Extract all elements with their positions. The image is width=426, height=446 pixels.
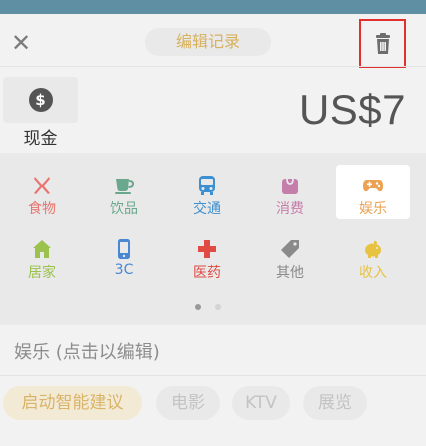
category-income[interactable]: 收入 [336, 229, 410, 283]
header-divider [0, 66, 426, 67]
note-divider [0, 375, 426, 376]
category-label: 医药 [193, 265, 221, 281]
category-label: 3C [114, 262, 134, 278]
header-bar: ✕ 编辑记录 [0, 19, 426, 68]
category-home[interactable]: 居家 [5, 229, 79, 283]
category-label: 居家 [28, 265, 56, 281]
note-field[interactable]: 娱乐 (点击以编辑) [14, 338, 160, 364]
page-dot[interactable] [215, 304, 221, 310]
red-cross-icon [198, 240, 216, 258]
category-label: 娱乐 [359, 201, 387, 217]
suggestion-chip[interactable]: 电影 [156, 386, 220, 420]
category-label: 交通 [193, 201, 221, 217]
phone-icon [118, 239, 130, 259]
category-transport[interactable]: 交通 [170, 165, 244, 219]
category-label: 消费 [276, 201, 304, 217]
category-panel: 食物 饮品 交通 消费 娱乐 居家 3C 医药 其他 收入 [0, 153, 426, 325]
category-medical[interactable]: 医药 [170, 229, 244, 283]
category-entertainment[interactable]: 娱乐 [336, 165, 410, 219]
category-3c[interactable]: 3C [87, 229, 161, 283]
gamepad-icon [363, 180, 383, 192]
trash-icon [375, 32, 390, 54]
category-food[interactable]: 食物 [5, 165, 79, 219]
delete-button[interactable] [359, 19, 406, 68]
category-drinks[interactable]: 饮品 [87, 165, 161, 219]
category-label: 食物 [28, 201, 56, 217]
shopping-bag-icon [282, 178, 298, 194]
fork-knife-icon [34, 177, 50, 194]
page-dot-active[interactable] [195, 304, 201, 310]
account-selector[interactable]: $ [3, 77, 78, 123]
category-label: 收入 [359, 265, 387, 281]
amount-display[interactable]: US$7 [299, 86, 406, 134]
account-label[interactable]: 现金 [3, 124, 78, 149]
close-button[interactable]: ✕ [8, 30, 34, 56]
category-label: 其他 [276, 265, 304, 281]
page-title: 编辑记录 [145, 28, 271, 56]
dollar-coin-icon: $ [28, 88, 53, 112]
category-label: 饮品 [110, 201, 138, 217]
piggy-bank-icon [365, 240, 381, 258]
suggestion-chip[interactable]: KTV [232, 386, 290, 420]
tag-icon [281, 240, 299, 258]
cup-icon [115, 179, 135, 194]
bus-icon [199, 176, 215, 195]
smart-suggestion-button[interactable]: 启动智能建议 [3, 386, 142, 420]
category-shopping[interactable]: 消费 [253, 165, 327, 219]
suggestion-chip[interactable]: 展览 [303, 386, 367, 420]
category-other[interactable]: 其他 [253, 229, 327, 283]
house-icon [33, 240, 51, 258]
page-indicator [193, 304, 233, 312]
